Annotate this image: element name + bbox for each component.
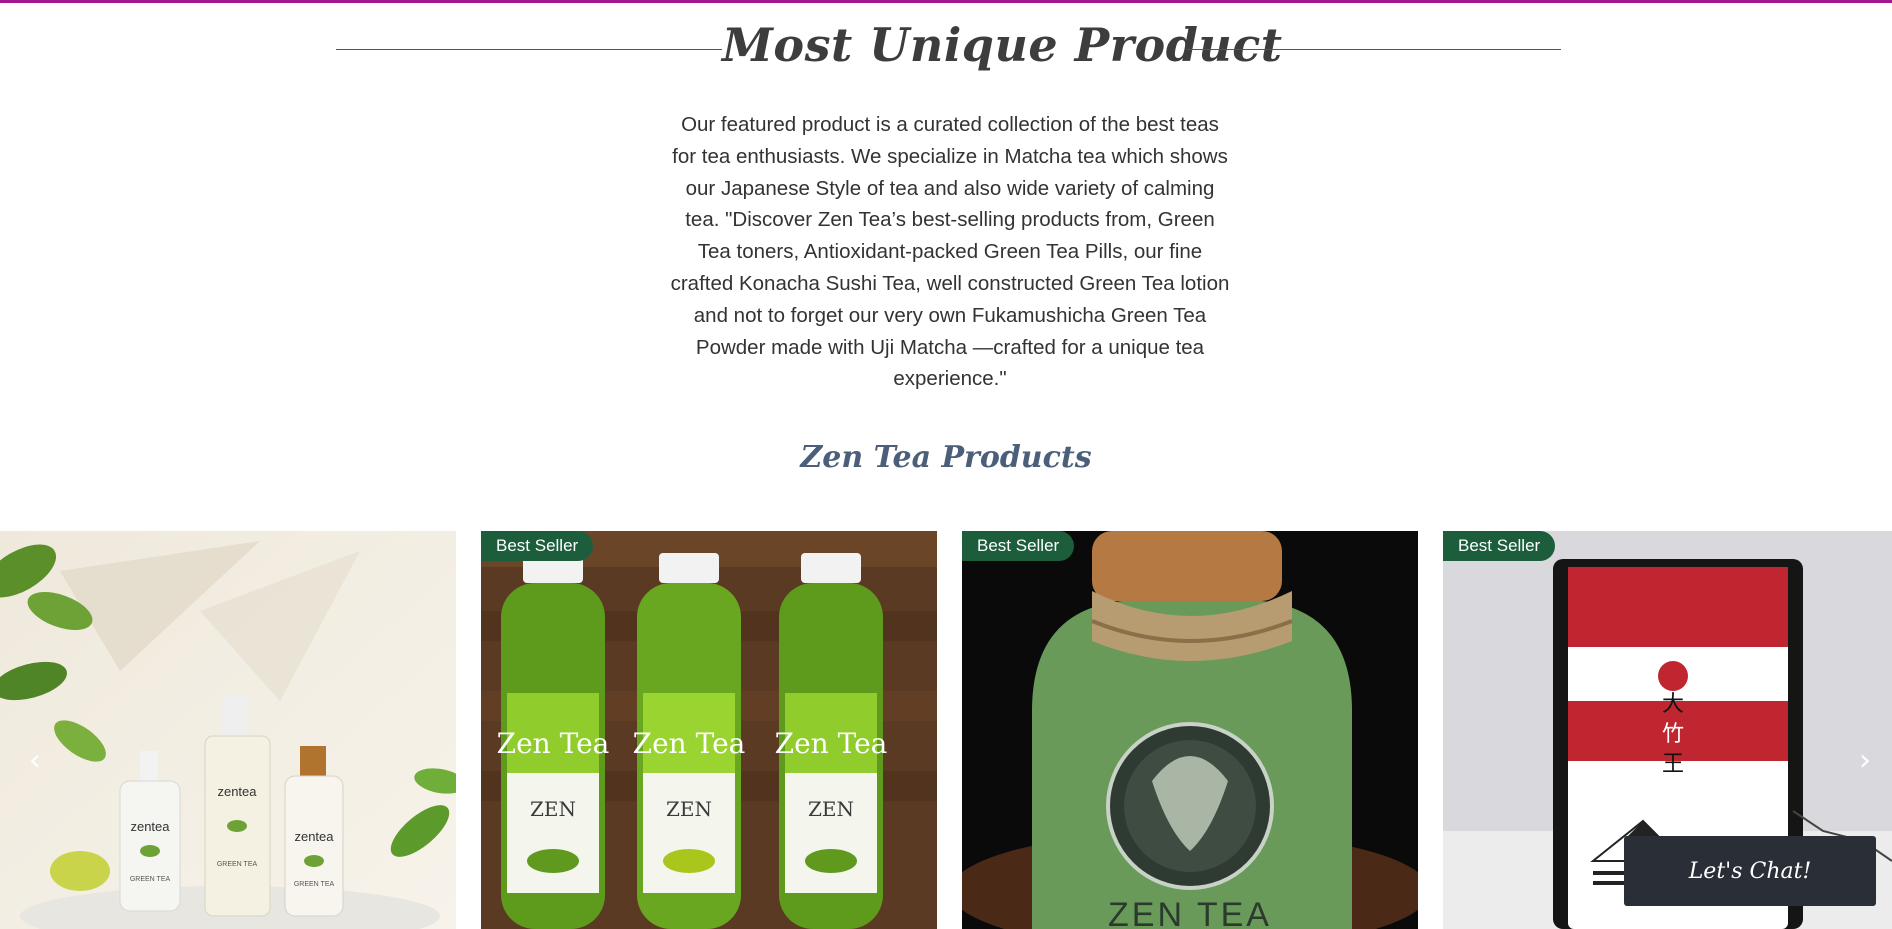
toner-sub-1: GREEN TEA: [130, 876, 171, 883]
svg-text:竹: 竹: [1662, 722, 1684, 747]
product-card[interactable]: ZEN TEA Best Seller: [962, 531, 1418, 929]
product-card[interactable]: zentea zentea zentea GREEN TEA GREEN TEA…: [0, 531, 456, 929]
best-seller-badge: Best Seller: [962, 531, 1075, 561]
toner-sub-2: GREEN TEA: [217, 861, 258, 868]
product-gallery: zentea zentea zentea GREEN TEA GREEN TEA…: [0, 531, 1892, 929]
best-seller-badge: Best Seller: [1443, 531, 1556, 561]
chevron-left-icon[interactable]: ‹: [18, 743, 52, 778]
toner-sub-3: GREEN TEA: [294, 881, 335, 888]
bottle-label-1: Zen Tea: [497, 727, 610, 760]
bottle-sub-1: ZEN: [530, 797, 576, 821]
page-title: Most Unique Product: [722, 18, 1283, 72]
svg-text:王: 王: [1662, 752, 1684, 777]
title-divider-left: [336, 49, 722, 50]
top-accent-bar: [0, 0, 1892, 3]
bottle-sub-2: ZEN: [666, 797, 712, 821]
toner-label-1: zentea: [130, 819, 170, 834]
featured-description: Our featured product is a curated collec…: [670, 113, 1230, 391]
product-image-zen-tea-jar: ZEN TEA: [962, 531, 1418, 929]
bottle-sub-3: ZEN: [808, 797, 854, 821]
best-seller-badge: Best Seller: [481, 531, 594, 561]
product-image-toner-bottles: zentea zentea zentea GREEN TEA GREEN TEA…: [0, 531, 456, 929]
toner-label-3: zentea: [294, 829, 334, 844]
products-heading: Zen Tea Products: [800, 440, 1092, 475]
bottle-label-3: Zen Tea: [775, 727, 888, 760]
chevron-right-icon[interactable]: ›: [1848, 743, 1882, 778]
lets-chat-button[interactable]: Let's Chat!: [1624, 836, 1876, 906]
product-card[interactable]: Zen Tea ZEN Zen Tea ZEN Zen Tea ZEN Best…: [481, 531, 937, 929]
title-divider-right: [1187, 49, 1561, 50]
product-image-zen-tea-bottles: Zen Tea ZEN Zen Tea ZEN Zen Tea ZEN: [481, 531, 937, 929]
hero-title-row: Most Unique Product: [0, 18, 1892, 84]
svg-text:大: 大: [1662, 692, 1684, 717]
jar-label: ZEN TEA: [1108, 896, 1272, 929]
bottle-label-2: Zen Tea: [633, 727, 746, 760]
toner-label-2: zentea: [217, 784, 257, 799]
